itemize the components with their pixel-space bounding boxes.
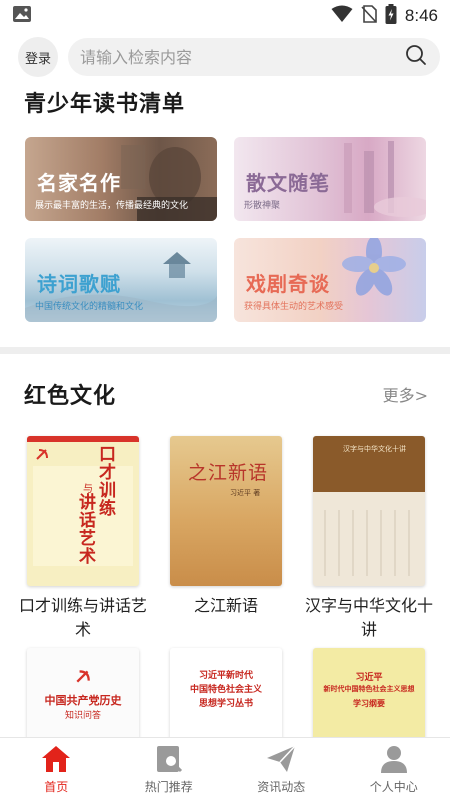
card-subtitle: 形散神聚 [244, 201, 281, 211]
paper-plane-icon [265, 744, 297, 774]
cover-title: 中国共产党历史 [44, 694, 122, 707]
book-title[interactable]: 之江新语 [156, 594, 296, 618]
nav-label: 资讯动态 [257, 780, 306, 794]
card-drama[interactable]: 戏剧奇谈 获得具体生动的艺术感受 [234, 238, 426, 322]
card-poetry[interactable]: 诗词歌赋 中国传统文化的精髓和文化 [25, 238, 217, 322]
cover-title: 口才训练 [99, 445, 116, 519]
nav-news[interactable]: 资讯动态 [225, 738, 338, 800]
reading-list-title: 青少年读书清单 [24, 91, 186, 117]
nav-label: 热门推荐 [144, 780, 193, 794]
no-sim-icon [361, 5, 377, 27]
cover-line-2: 中国特色社会主义 [189, 685, 262, 695]
cover-line-1: 习近平 [355, 673, 383, 683]
search-bar[interactable] [68, 38, 440, 76]
status-bar: 8:46 [0, 0, 450, 32]
image-icon [12, 5, 32, 27]
search-input[interactable] [80, 47, 404, 67]
book-title[interactable]: 口才训练与讲话艺术 [13, 594, 153, 642]
cover-line-3: 思想学习丛书 [198, 699, 253, 709]
cover-line-1: 习近平新时代 [198, 671, 253, 681]
more-link[interactable]: 更多> [383, 382, 428, 406]
user-icon [378, 744, 410, 774]
cover-author: 习近平 著 [230, 489, 261, 497]
battery-icon [385, 4, 397, 28]
card-essays[interactable]: 散文随笔 形散神聚 [234, 137, 426, 221]
cover-subtitle: 讲话艺术 [79, 493, 96, 567]
red-culture-title: 红色文化 [24, 383, 117, 409]
card-title: 名家名作 [37, 171, 121, 195]
card-title: 戏剧奇谈 [246, 272, 330, 296]
party-emblem-icon [75, 668, 91, 688]
bottom-navigation: 首页 热门推荐 资讯动态 个人中心 [0, 737, 450, 800]
nav-profile[interactable]: 个人中心 [338, 738, 450, 800]
book-cover[interactable]: 口才训练 与 讲话艺术 [27, 436, 139, 586]
cover-title: 汉字与中华文化十讲 [343, 445, 406, 453]
header: 登录 [0, 36, 450, 78]
search-icon[interactable] [404, 43, 428, 71]
cover-line-2: 新时代中国特色社会主义思想 [323, 684, 415, 693]
card-title: 诗词歌赋 [37, 272, 121, 296]
status-time: 8:46 [404, 6, 438, 25]
book-cover[interactable]: 汉字与中华文化十讲 [313, 436, 425, 586]
nav-hot-recommend[interactable]: 热门推荐 [113, 738, 226, 800]
card-famous-works[interactable]: 名家名作 展示最丰富的生活，传播最经典的文化 [25, 137, 217, 221]
nav-label: 个人中心 [369, 780, 418, 794]
party-emblem-icon [35, 446, 49, 465]
book-search-icon [153, 744, 185, 774]
book-title[interactable]: 汉字与中华文化十讲 [299, 594, 439, 642]
section-divider [0, 347, 450, 354]
card-subtitle: 展示最丰富的生活，传播最经典的文化 [35, 201, 189, 211]
cover-subtitle: 知识问答 [64, 711, 101, 721]
nav-label: 首页 [44, 780, 69, 794]
cover-line-3: 学习纲要 [353, 698, 385, 708]
card-subtitle: 中国传统文化的精髓和文化 [35, 302, 144, 312]
cover-title: 之江新语 [187, 462, 268, 484]
home-icon [40, 744, 72, 774]
login-button[interactable]: 登录 [18, 37, 58, 77]
card-title: 散文随笔 [246, 171, 330, 195]
card-subtitle: 获得具体生动的艺术感受 [244, 302, 344, 312]
wifi-icon [331, 5, 353, 27]
nav-home[interactable]: 首页 [0, 738, 113, 800]
book-cover[interactable]: 之江新语 习近平 著 [170, 436, 282, 586]
